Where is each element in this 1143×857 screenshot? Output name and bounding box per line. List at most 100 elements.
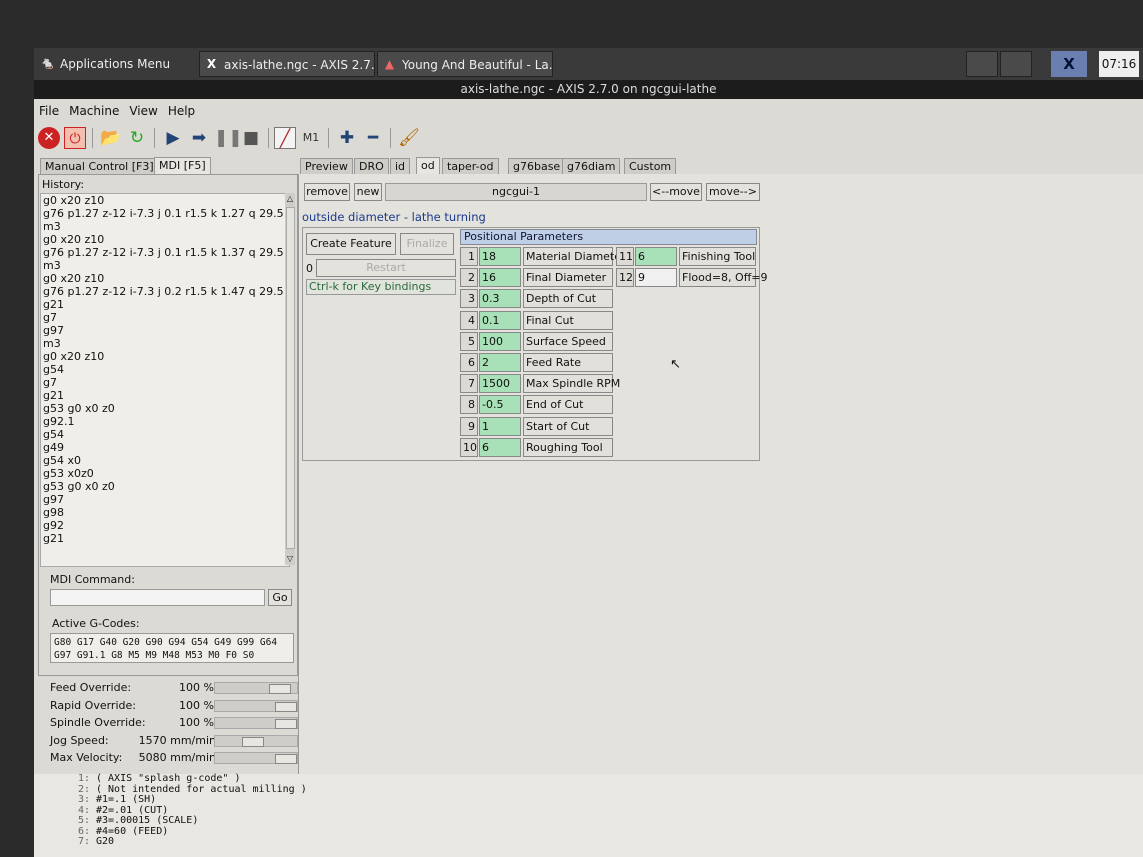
history-line[interactable]: g54 x0 bbox=[41, 454, 289, 467]
history-line[interactable]: g7 bbox=[41, 311, 289, 324]
history-line[interactable]: g7 bbox=[41, 376, 289, 389]
stop-icon[interactable]: ■ bbox=[240, 127, 262, 149]
remove-button[interactable]: remove bbox=[304, 183, 350, 201]
positional-parameters-title: Positional Parameters bbox=[460, 229, 757, 245]
zoom-out-icon[interactable]: ━ bbox=[362, 127, 384, 149]
menu-machine[interactable]: Machine bbox=[64, 101, 124, 121]
slider-knob[interactable] bbox=[275, 754, 297, 764]
history-line[interactable]: g53 g0 x0 z0 bbox=[41, 402, 289, 415]
applications-menu-button[interactable]: 🐁 Applications Menu bbox=[36, 51, 196, 77]
history-line[interactable]: g98 bbox=[41, 506, 289, 519]
mdi-command-input[interactable] bbox=[50, 589, 265, 606]
history-line[interactable]: g0 x20 z10 bbox=[41, 272, 289, 285]
history-line[interactable]: g97 bbox=[41, 493, 289, 506]
menu-file[interactable]: File bbox=[34, 101, 64, 121]
scroll-up-icon[interactable]: △ bbox=[286, 195, 294, 203]
param-value-input[interactable]: 1500 bbox=[479, 374, 521, 394]
param-value-input[interactable]: 2 bbox=[479, 353, 521, 372]
override-slider[interactable] bbox=[214, 717, 298, 729]
task-browser[interactable]: ▲ Young And Beautiful - La... bbox=[377, 51, 553, 77]
history-line[interactable]: g0 x20 z10 bbox=[41, 350, 289, 363]
override-slider[interactable] bbox=[214, 682, 298, 694]
param-value-input[interactable]: -0.5 bbox=[479, 395, 521, 415]
param-value-input[interactable]: 6 bbox=[635, 247, 677, 266]
history-line[interactable]: m3 bbox=[41, 337, 289, 350]
open-folder-icon[interactable]: 📂 bbox=[100, 127, 122, 149]
history-line[interactable]: g49 bbox=[41, 441, 289, 454]
move-right-button[interactable]: move--> bbox=[706, 183, 760, 201]
param-value-input[interactable]: 1 bbox=[479, 416, 521, 436]
create-feature-button[interactable]: Create Feature bbox=[306, 233, 396, 255]
clear-plot-brush-icon[interactable]: 🖌 bbox=[398, 127, 420, 149]
tab-Custom[interactable]: Custom bbox=[624, 158, 677, 175]
scroll-thumb[interactable] bbox=[286, 207, 295, 549]
run-icon[interactable]: ▶ bbox=[162, 127, 184, 149]
tab-g76base[interactable]: g76base bbox=[508, 158, 566, 175]
workspace-2[interactable] bbox=[1000, 51, 1032, 77]
move-left-button[interactable]: <--move bbox=[650, 183, 702, 201]
slider-knob[interactable] bbox=[275, 701, 297, 712]
task-axis[interactable]: X axis-lathe.ngc - AXIS 2.7... bbox=[199, 51, 375, 77]
tab-manual-control[interactable]: Manual Control [F3] bbox=[40, 158, 159, 175]
slider-knob[interactable] bbox=[269, 684, 291, 694]
override-slider[interactable] bbox=[214, 752, 298, 764]
history-line[interactable]: g21 bbox=[41, 298, 289, 311]
reload-icon[interactable]: ↻ bbox=[126, 127, 148, 149]
history-scrollbar[interactable]: △ ▽ bbox=[285, 193, 295, 565]
history-line[interactable]: g92 bbox=[41, 519, 289, 532]
param-value-input[interactable]: 16 bbox=[479, 268, 521, 288]
history-line[interactable]: g76 p1.27 z-12 i-7.3 j 0.1 r1.5 k 1.37 q… bbox=[41, 246, 289, 259]
new-button[interactable]: new bbox=[354, 183, 382, 201]
tab-Preview[interactable]: Preview bbox=[300, 158, 353, 175]
history-line[interactable]: m3 bbox=[41, 220, 289, 233]
workspace-1[interactable] bbox=[966, 51, 998, 77]
step-icon[interactable]: ➡ bbox=[188, 127, 210, 149]
x-window-icon[interactable]: X bbox=[1051, 51, 1087, 77]
history-line[interactable]: m3 bbox=[41, 259, 289, 272]
override-slider[interactable] bbox=[214, 699, 298, 712]
history-line[interactable]: g53 x0z0 bbox=[41, 467, 289, 480]
param-value-input[interactable]: 9 bbox=[635, 268, 677, 288]
history-line[interactable]: g97 bbox=[41, 324, 289, 337]
history-list[interactable]: g0 x20 z10 g76 p1.27 z-12 i-7.3 j 0.1 r1.… bbox=[40, 193, 290, 567]
zoom-in-icon[interactable]: ✚ bbox=[336, 127, 358, 149]
pause-icon[interactable]: ❚❚ bbox=[214, 127, 243, 149]
tab-id[interactable]: id bbox=[390, 158, 411, 175]
optional-stop-icon[interactable]: M1 bbox=[300, 127, 322, 149]
tab-DRO[interactable]: DRO bbox=[354, 158, 389, 175]
history-line[interactable]: g76 p1.27 z-12 i-7.3 j 0.1 r1.5 k 1.27 q… bbox=[41, 207, 289, 220]
history-line[interactable]: g21 bbox=[41, 532, 289, 545]
override-slider[interactable] bbox=[214, 734, 298, 747]
param-value-input[interactable]: 6 bbox=[479, 437, 521, 457]
ngcgui-name-field[interactable]: ngcgui-1 bbox=[385, 183, 647, 201]
slider-knob[interactable] bbox=[275, 719, 297, 729]
history-line[interactable]: g0 x20 z10 bbox=[41, 194, 289, 207]
menu-help[interactable]: Help bbox=[163, 101, 200, 121]
history-line[interactable]: g0 x20 z10 bbox=[41, 233, 289, 246]
param-value-input[interactable]: 100 bbox=[479, 331, 521, 351]
param-value-input[interactable]: 0.1 bbox=[479, 310, 521, 330]
param-value-input[interactable]: 18 bbox=[479, 247, 521, 266]
menu-view[interactable]: View bbox=[124, 101, 162, 121]
tab-g76diam[interactable]: g76diam bbox=[562, 158, 621, 175]
history-line[interactable]: g21 bbox=[41, 389, 289, 402]
estop-icon[interactable]: ✕ bbox=[38, 127, 60, 149]
scroll-down-icon[interactable]: ▽ bbox=[286, 555, 294, 563]
block-delete-icon[interactable]: ╱ bbox=[274, 127, 296, 149]
gcode-listing[interactable]: 1: ( AXIS "splash g-code" ) 2:( Not intend… bbox=[34, 773, 1143, 857]
tab-taper-od[interactable]: taper-od bbox=[442, 158, 499, 175]
restart-button[interactable]: Restart bbox=[316, 259, 456, 277]
history-line[interactable]: g54 bbox=[41, 428, 289, 441]
go-button[interactable]: Go bbox=[268, 589, 292, 606]
tab-mdi[interactable]: MDI [F5] bbox=[154, 157, 211, 175]
history-line[interactable]: g92.1 bbox=[41, 415, 289, 428]
history-line[interactable]: g54 bbox=[41, 363, 289, 376]
tab-od[interactable]: od bbox=[416, 157, 440, 175]
param-value-input[interactable]: 0.3 bbox=[479, 289, 521, 309]
finalize-button[interactable]: Finalize bbox=[400, 233, 454, 255]
override-label: Rapid Override: bbox=[50, 698, 136, 712]
slider-knob[interactable] bbox=[242, 736, 264, 747]
history-line[interactable]: g76 p1.27 z-12 i-7.3 j 0.2 r1.5 k 1.47 q… bbox=[41, 285, 289, 298]
history-line[interactable]: g53 g0 x0 z0 bbox=[41, 480, 289, 493]
power-icon[interactable]: ⏻ bbox=[64, 127, 86, 149]
